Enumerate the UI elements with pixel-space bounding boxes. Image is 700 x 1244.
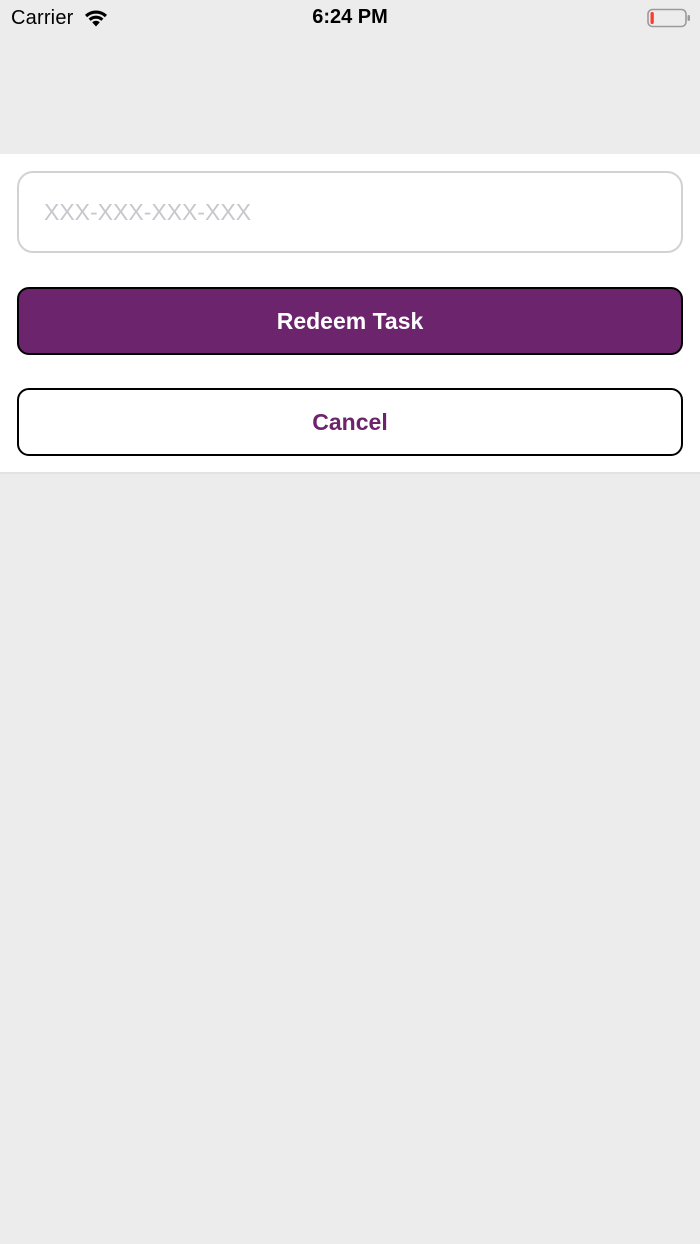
cancel-button[interactable]: Cancel [17, 388, 683, 456]
battery-low-icon [647, 8, 690, 28]
redeem-task-screen: Carrier 6:24 PM Redeem Task Cancel [0, 0, 700, 1244]
redeem-form: Redeem Task Cancel [0, 154, 700, 474]
battery-level-fill [650, 12, 654, 24]
navigation-bar [0, 36, 700, 154]
redeem-code-input[interactable] [17, 171, 683, 253]
status-bar: Carrier 6:24 PM [0, 0, 700, 36]
status-clock: 6:24 PM [312, 6, 388, 28]
redeem-task-button[interactable]: Redeem Task [17, 287, 683, 355]
